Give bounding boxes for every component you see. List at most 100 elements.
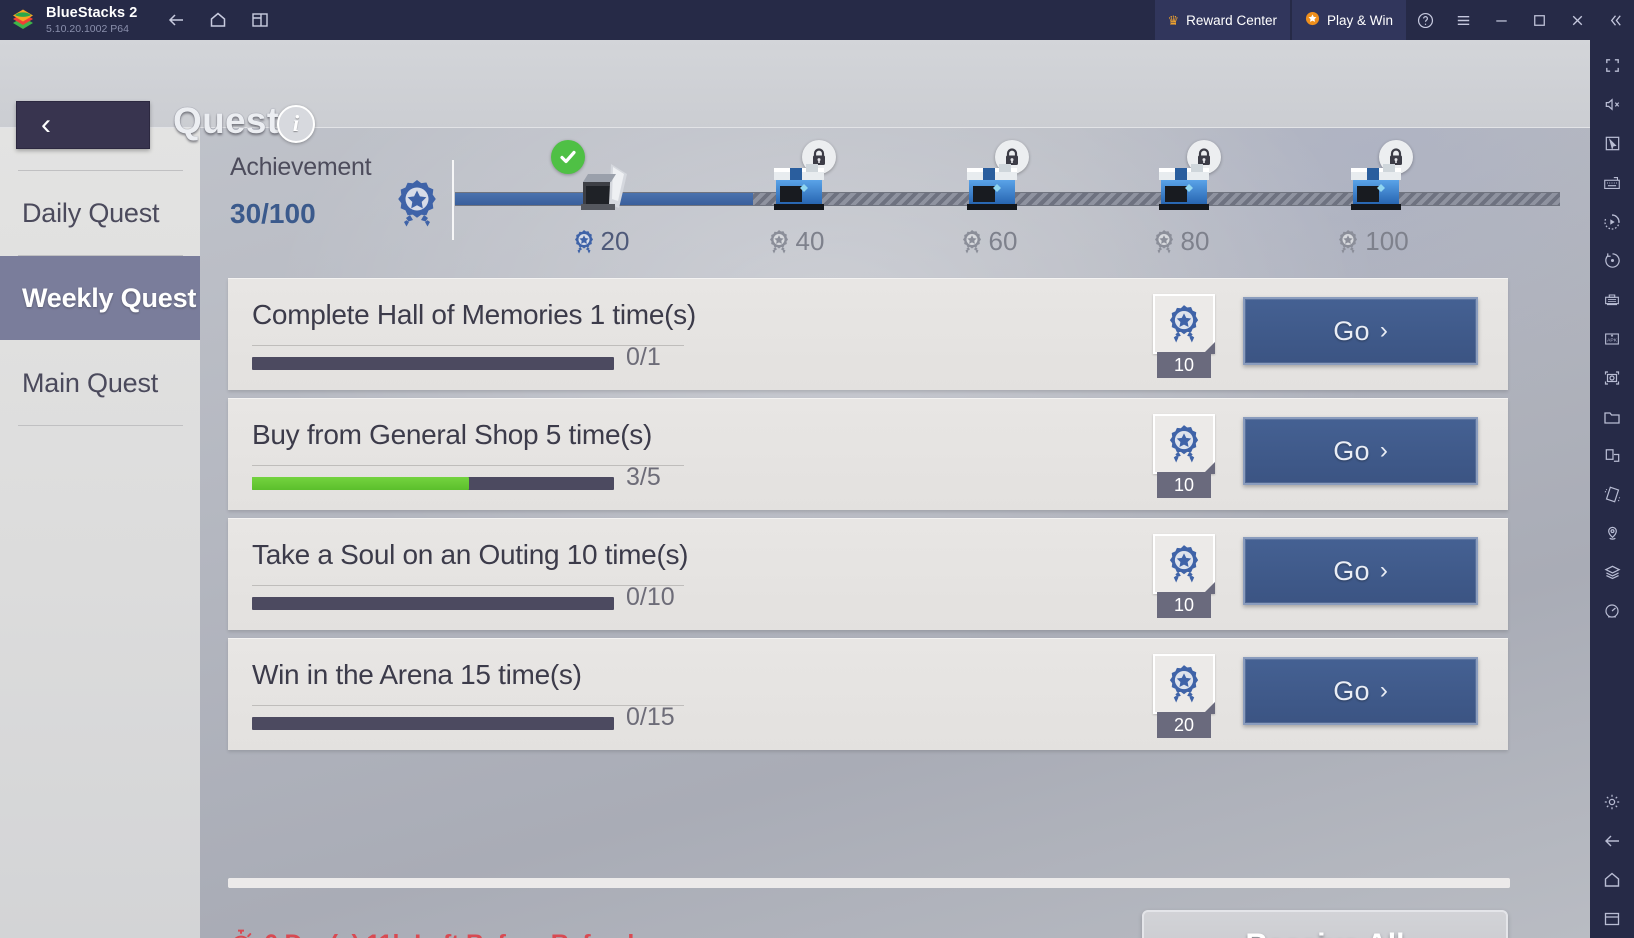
achievement-node-label: 20 bbox=[545, 226, 655, 257]
mini-medal-icon bbox=[959, 228, 985, 256]
reward-center-label: Reward Center bbox=[1186, 12, 1277, 28]
achievement-node-label: 100 bbox=[1317, 226, 1427, 257]
achievement-medal-icon bbox=[1153, 294, 1215, 354]
achievement-node[interactable]: 60 bbox=[933, 128, 1043, 276]
close-button[interactable] bbox=[1558, 0, 1596, 40]
chevron-right-icon: › bbox=[1379, 437, 1388, 464]
quest-progress-fill bbox=[252, 477, 470, 490]
achievement-node[interactable]: 40 bbox=[740, 128, 850, 276]
achievement-node-value: 80 bbox=[1180, 226, 1210, 256]
collapse-sidebar-icon[interactable] bbox=[1596, 0, 1634, 40]
achievement-value: 30/100 bbox=[230, 198, 316, 229]
quest-go-button[interactable]: Go › bbox=[1243, 417, 1478, 485]
help-icon[interactable] bbox=[1406, 0, 1444, 40]
sidebar-item-label: Daily Quest bbox=[22, 197, 160, 228]
chevron-right-icon: › bbox=[1379, 677, 1388, 704]
mute-icon[interactable] bbox=[1590, 85, 1634, 124]
quest-go-button[interactable]: Go › bbox=[1243, 537, 1478, 605]
android-recents-icon[interactable] bbox=[1590, 899, 1634, 938]
quest-progress-bar bbox=[252, 477, 614, 490]
macro-record-icon[interactable] bbox=[1590, 202, 1634, 241]
quest-reward[interactable]: 10 bbox=[1153, 414, 1215, 498]
android-home-icon[interactable] bbox=[1590, 860, 1634, 899]
bluestacks-titlebar: BlueStacks 2 5.10.20.1002 P64 ♛ Reward C… bbox=[0, 0, 1634, 40]
achievement-track: Achievement 30/100 20 40 60 80 100 bbox=[200, 128, 1590, 276]
script-icon[interactable] bbox=[1590, 280, 1634, 319]
titlebar-nav-group bbox=[159, 3, 277, 37]
android-back-icon[interactable] bbox=[1590, 821, 1634, 860]
quest-divider bbox=[252, 705, 684, 706]
achievement-medal-icon bbox=[1153, 414, 1215, 474]
back-button[interactable]: ‹ bbox=[16, 101, 150, 149]
mini-medal-icon bbox=[1151, 228, 1177, 256]
media-folder-icon[interactable] bbox=[1590, 397, 1634, 436]
quest-reward[interactable]: 10 bbox=[1153, 534, 1215, 618]
back-arrow-icon[interactable] bbox=[159, 3, 193, 37]
multi-instance-icon[interactable] bbox=[243, 3, 277, 37]
quest-go-label: Go bbox=[1333, 315, 1370, 346]
quest-list-scrollbar[interactable] bbox=[228, 878, 1510, 888]
fullscreen-icon[interactable] bbox=[1590, 46, 1634, 85]
hamburger-menu-icon[interactable] bbox=[1444, 0, 1482, 40]
chevron-right-icon: › bbox=[1379, 317, 1388, 344]
sidebar-item-label: Main Quest bbox=[22, 367, 159, 398]
keyboard-controls-icon[interactable] bbox=[1590, 163, 1634, 202]
rotate-icon[interactable] bbox=[1590, 436, 1634, 475]
table-row: Buy from General Shop 5 time(s) 3/5 10 G… bbox=[228, 398, 1508, 510]
achievement-node-label: 60 bbox=[933, 226, 1043, 257]
mini-medal-icon bbox=[766, 228, 792, 256]
achievement-medal-icon bbox=[390, 176, 444, 236]
bluestacks-logo-icon bbox=[10, 7, 36, 33]
settings-icon[interactable] bbox=[1590, 782, 1634, 821]
quest-main-panel: Achievement 30/100 20 40 60 80 100 Compl… bbox=[200, 128, 1590, 938]
multi-layer-icon[interactable] bbox=[1590, 553, 1634, 592]
quest-list: Complete Hall of Memories 1 time(s) 0/1 … bbox=[228, 278, 1508, 888]
reward-center-button[interactable]: ♛ Reward Center bbox=[1154, 0, 1290, 40]
shake-icon[interactable] bbox=[1590, 475, 1634, 514]
sidebar-item-weekly-quest[interactable]: Weekly Quest bbox=[0, 256, 200, 340]
quest-title: Take a Soul on an Outing 10 time(s) bbox=[252, 539, 689, 570]
cursor-icon[interactable] bbox=[1590, 124, 1634, 163]
refresh-timer-label: 6 Day(s) 11h Left Before Refresh bbox=[264, 930, 643, 938]
quest-go-button[interactable]: Go › bbox=[1243, 297, 1478, 365]
quest-progress-count: 0/10 bbox=[626, 583, 675, 611]
achievement-node-label: 40 bbox=[740, 226, 850, 257]
stopwatch-icon bbox=[228, 928, 254, 938]
achievement-node[interactable]: 20 bbox=[545, 128, 655, 276]
quest-title: Win in the Arena 15 time(s) bbox=[252, 659, 582, 690]
gamepad-meter-icon[interactable] bbox=[1590, 592, 1634, 631]
home-icon[interactable] bbox=[201, 3, 235, 37]
quest-divider bbox=[252, 585, 684, 586]
quest-go-label: Go bbox=[1333, 675, 1370, 706]
quest-reward-qty: 10 bbox=[1157, 472, 1211, 498]
quest-go-label: Go bbox=[1333, 555, 1370, 586]
table-row: Take a Soul on an Outing 10 time(s) 0/10… bbox=[228, 518, 1508, 630]
quest-reward[interactable]: 20 bbox=[1153, 654, 1215, 738]
sidebar-item-daily-quest[interactable]: Daily Quest bbox=[0, 171, 200, 255]
location-icon[interactable] bbox=[1590, 514, 1634, 553]
play-and-win-button[interactable]: Play & Win bbox=[1291, 0, 1406, 40]
quest-reward[interactable]: 10 bbox=[1153, 294, 1215, 378]
minimize-button[interactable] bbox=[1482, 0, 1520, 40]
maximize-button[interactable] bbox=[1520, 0, 1558, 40]
info-icon[interactable]: i bbox=[277, 105, 315, 143]
sidebar-item-main-quest[interactable]: Main Quest bbox=[0, 341, 200, 425]
quest-progress-bar bbox=[252, 357, 614, 370]
screenshot-icon[interactable] bbox=[1590, 358, 1634, 397]
achievement-node[interactable]: 100 bbox=[1317, 128, 1427, 276]
quest-title: Complete Hall of Memories 1 time(s) bbox=[252, 299, 696, 330]
back-chevron-icon: ‹ bbox=[41, 108, 51, 141]
quest-go-button[interactable]: Go › bbox=[1243, 657, 1478, 725]
install-apk-icon[interactable]: APK bbox=[1590, 319, 1634, 358]
eco-mode-icon[interactable] bbox=[1590, 241, 1634, 280]
chest-icon bbox=[1345, 158, 1407, 212]
game-viewport: ‹ Quest i Daily Quest Weekly Quest Main … bbox=[0, 40, 1590, 938]
quest-title: Buy from General Shop 5 time(s) bbox=[252, 419, 652, 450]
nav-divider-2 bbox=[18, 425, 183, 426]
scrollbar-thumb[interactable] bbox=[228, 878, 1510, 888]
achievement-node[interactable]: 80 bbox=[1125, 128, 1235, 276]
receive-all-button[interactable]: Receive All bbox=[1142, 910, 1508, 938]
chest-icon bbox=[768, 158, 830, 212]
star-coin-icon bbox=[1305, 11, 1320, 29]
page-title: Quest bbox=[173, 100, 280, 141]
